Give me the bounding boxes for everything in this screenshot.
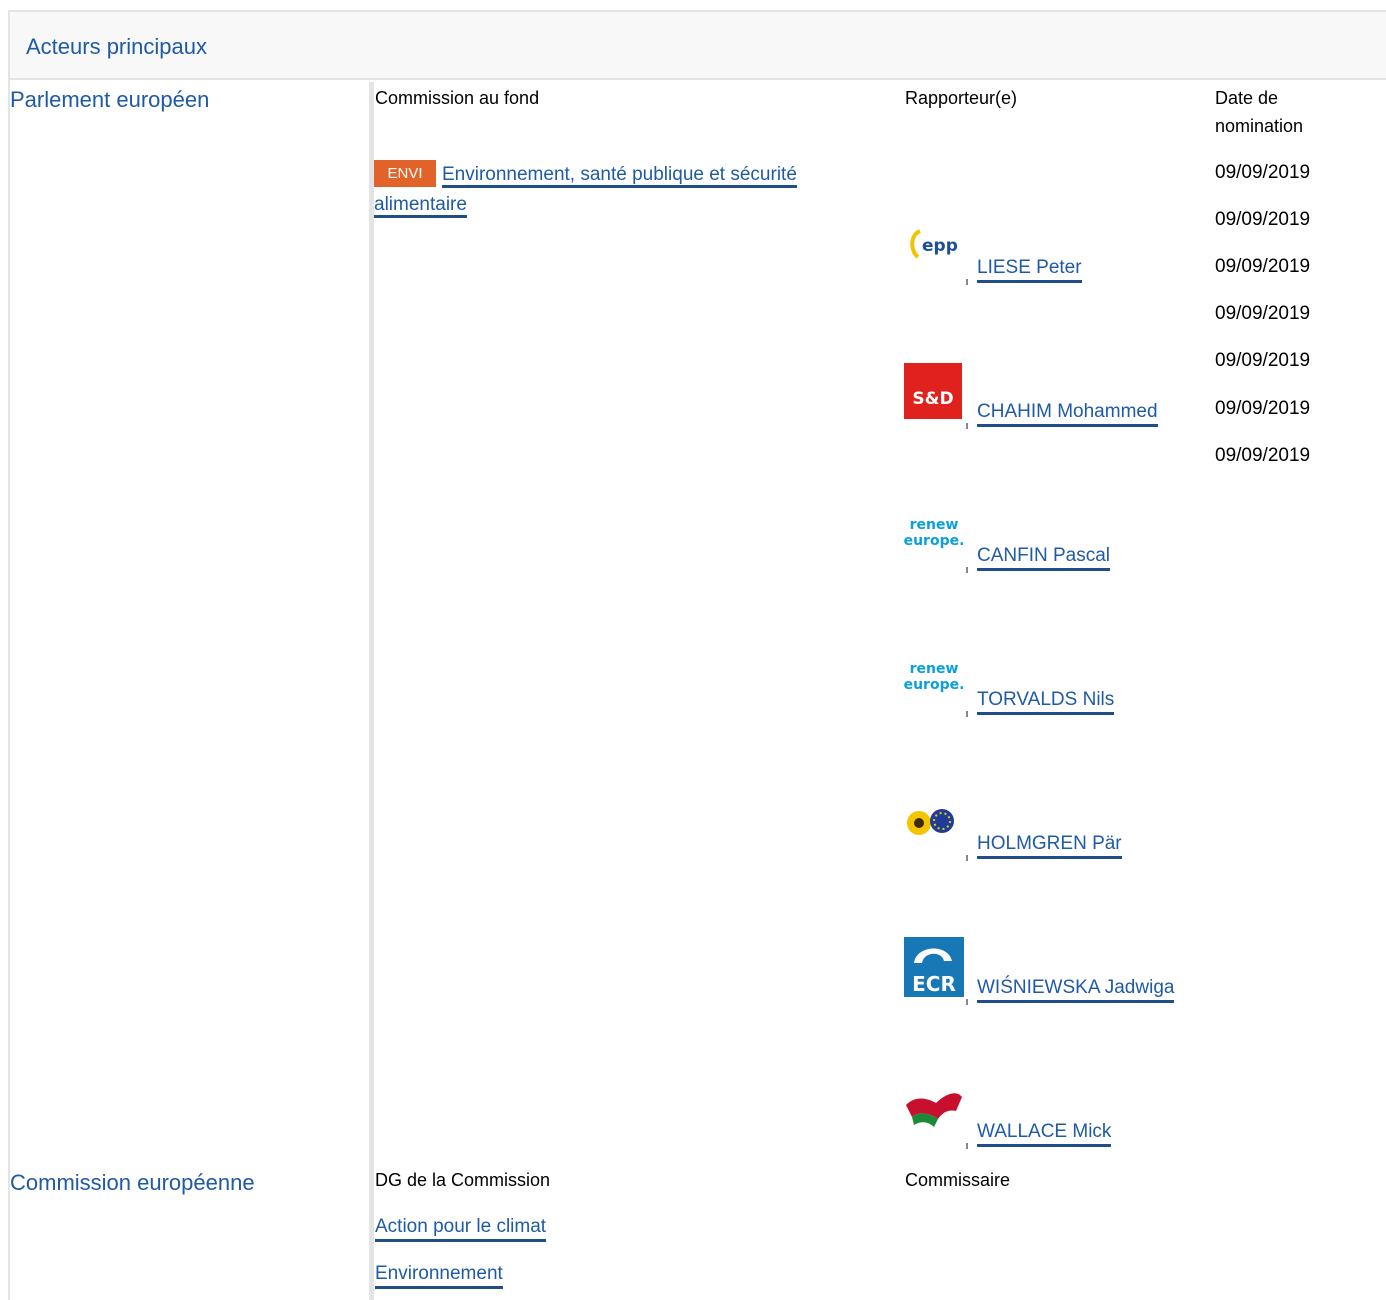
svg-text:europe.: europe.	[904, 677, 964, 693]
dg-link[interactable]: Action pour le climat	[375, 1216, 547, 1242]
row-tick	[966, 999, 968, 1005]
column-divider	[369, 82, 374, 1300]
nomination-date: 09/09/2019	[1215, 398, 1311, 419]
rapporteur-column-header: Rapporteur(e)	[905, 88, 1018, 108]
renew-europe-logo-icon: renew europe.	[904, 517, 964, 549]
committee-column-header: Commission au fond	[375, 88, 540, 108]
svg-text:renew: renew	[910, 661, 959, 677]
epp-logo-icon: epp	[910, 229, 958, 259]
section-header[interactable]: Acteurs principaux	[10, 12, 1386, 80]
row-tick	[966, 1143, 968, 1149]
committee-link[interactable]: Environnement, santé publique et sécurit…	[374, 160, 864, 220]
rapporteur-row: S&D CHAHIM Mohammed	[904, 361, 1204, 439]
parliament-label: Parlement européen	[10, 87, 210, 112]
rapporteur-row: epp LIESE Peter	[904, 217, 1204, 295]
rapporteur-link[interactable]: TORVALDS Nils	[977, 689, 1115, 715]
nomination-date: 09/09/2019	[1215, 256, 1311, 277]
rapporteur-link[interactable]: WIŚNIEWSKA Jadwiga	[977, 977, 1175, 1003]
commissioner-column-header: Commissaire	[905, 1170, 1011, 1190]
rapporteur-link[interactable]: HOLMGREN Pär	[977, 833, 1122, 859]
svg-text:renew: renew	[910, 517, 959, 533]
row-tick	[966, 567, 968, 573]
greens-efa-logo-icon	[907, 809, 954, 835]
renew-europe-logo-icon: renew europe.	[904, 661, 964, 693]
rapporteur-link[interactable]: CHAHIM Mohammed	[977, 401, 1158, 427]
sd-logo-icon: S&D	[904, 363, 962, 419]
rapporteur-link[interactable]: LIESE Peter	[977, 257, 1082, 283]
date-column-header: Date de nomination	[1215, 88, 1304, 136]
rapporteur-row: renew europe. TORVALDS Nils	[904, 649, 1204, 727]
rapporteur-row: WALLACE Mick	[904, 1081, 1204, 1159]
svg-text:S&D: S&D	[912, 389, 953, 409]
svg-text:epp: epp	[922, 236, 958, 256]
nomination-date: 09/09/2019	[1215, 350, 1311, 371]
nomination-date: 09/09/2019	[1215, 162, 1311, 183]
nomination-date: 09/09/2019	[1215, 445, 1311, 466]
rapporteur-link[interactable]: CANFIN Pascal	[977, 545, 1111, 571]
commission-label: Commission européenne	[10, 1170, 255, 1195]
nomination-date: 09/09/2019	[1215, 209, 1311, 230]
dg-column-header: DG de la Commission	[375, 1170, 551, 1190]
row-tick	[966, 279, 968, 285]
rapporteur-row: renew europe. CANFIN Pascal	[904, 505, 1204, 583]
dg-link[interactable]: Environnement	[375, 1263, 503, 1289]
committee-link-text[interactable]: Environnement, santé publique et sécurit…	[374, 164, 797, 218]
row-tick	[966, 423, 968, 429]
rapporteur-row: ECR WIŚNIEWSKA Jadwiga	[904, 937, 1204, 1015]
section-title[interactable]: Acteurs principaux	[26, 34, 207, 60]
svg-text:ECR: ECR	[912, 972, 956, 996]
row-tick	[966, 855, 968, 861]
row-tick	[966, 711, 968, 717]
ecr-logo-icon: ECR	[904, 937, 964, 997]
svg-text:europe.: europe.	[904, 533, 964, 549]
rapporteur-link[interactable]: WALLACE Mick	[977, 1121, 1112, 1147]
nomination-date: 09/09/2019	[1215, 303, 1311, 324]
gue-ngl-logo-icon	[906, 1093, 962, 1127]
rapporteur-row: HOLMGREN Pär	[904, 793, 1204, 871]
